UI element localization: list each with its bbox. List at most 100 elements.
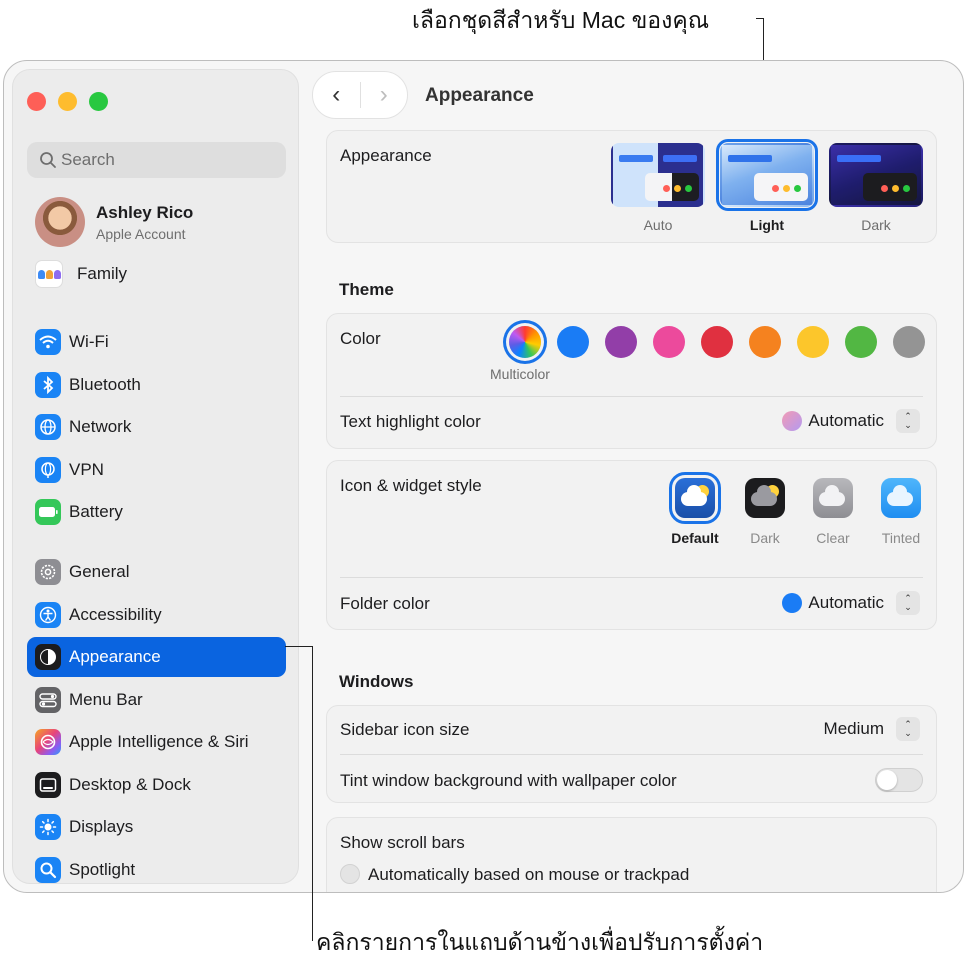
radio-option-label: Automatically based on mouse or trackpad [368,865,690,884]
row-divider [340,577,923,578]
popup-value: Automatic [808,411,884,430]
siri-icon [35,729,61,755]
weather-icon-clear [813,478,853,518]
text-highlight-popup[interactable]: Automatic ⌃ ⌄ [782,409,920,433]
vpn-globe-icon [35,457,61,483]
callout-top-line-tick [756,18,764,19]
appearance-option-auto[interactable]: Auto [611,143,705,233]
account-name: Ashley Rico [96,202,194,222]
dock-icon [35,772,61,798]
scroll-bars-label: Show scroll bars [340,833,465,852]
chevron-updown-icon: ⌃ ⌄ [896,717,920,741]
row-divider [340,754,923,755]
popup-value: Medium [823,719,884,738]
color-swatch-caption: Multicolor [490,366,550,382]
option-label: Dark [861,217,891,233]
sidebar-item-bluetooth[interactable]: Bluetooth [27,365,286,405]
appearance-option-light[interactable]: Light [716,139,818,233]
folder-color-popup[interactable]: Automatic ⌃ ⌄ [782,591,920,615]
theme-section-title: Theme [339,280,394,299]
sidebar-item-label: Menu Bar [69,690,143,709]
auto-thumbnail [611,143,705,207]
gear-icon [35,559,61,585]
sidebar-item-appearance[interactable]: Appearance [27,637,286,677]
popup-value: Automatic [808,593,884,612]
sidebar-item-battery[interactable]: Battery [27,492,286,532]
sidebar-item-displays[interactable]: Displays [27,807,286,847]
battery-icon [35,499,61,525]
sidebar-icon-size-label: Sidebar icon size [340,720,470,739]
sidebar-item-label: Family [77,264,128,283]
search-placeholder: Search [61,150,115,169]
family-icon [35,260,63,288]
color-swatch-pink[interactable] [653,326,685,358]
sidebar-item-label: Bluetooth [69,375,141,394]
widget-style-dark[interactable]: Dark [735,478,795,546]
color-swatch-red[interactable] [701,326,733,358]
forward-button[interactable]: › [360,81,407,109]
globe-icon [35,414,61,440]
color-swatch-graphite[interactable] [893,326,925,358]
widget-style-tinted[interactable]: Tinted [871,478,931,546]
weather-icon-default [669,472,721,524]
folder-color-label: Folder color [340,594,430,613]
screenshot-stage: เลือกชุดสีสำหรับ Mac ของคุณ Search Ashle… [0,0,968,955]
sidebar-item-spotlight[interactable]: Spotlight [27,850,286,890]
sidebar-item-label: Battery [69,502,123,521]
sidebar-item-label: General [69,562,130,581]
menu-bar-icon [35,687,61,713]
row-divider [340,396,923,397]
color-swatch-yellow[interactable] [797,326,829,358]
search-input[interactable]: Search [27,142,286,178]
color-swatch-multicolor[interactable] [509,326,541,358]
close-button[interactable] [27,92,46,111]
highlight-color-dot [782,411,803,431]
weather-icon-tinted [881,478,921,518]
sidebar-icon-size-popup[interactable]: Medium ⌃ ⌄ [824,717,920,741]
navigation-buttons: ‹ › [312,71,408,119]
sidebar-item-family[interactable]: Family [35,260,127,288]
apple-account-item[interactable]: Ashley Rico Apple Account [35,197,193,247]
callout-bottom-line [285,646,313,647]
sidebar-item-label: Desktop & Dock [69,775,191,794]
sidebar-item-wifi[interactable]: Wi-Fi [27,322,286,362]
appearance-option-dark[interactable]: Dark [829,143,923,233]
callout-top: เลือกชุดสีสำหรับ Mac ของคุณ [412,7,710,33]
tint-window-toggle[interactable] [875,768,923,792]
sidebar-item-general[interactable]: General [27,552,286,592]
widget-style-clear[interactable]: Clear [803,478,863,546]
color-swatch-purple[interactable] [605,326,637,358]
back-button[interactable]: ‹ [313,81,360,109]
sidebar-item-siri[interactable]: Apple Intelligence & Siri [27,722,286,762]
minimize-button[interactable] [58,92,77,111]
option-label: Tinted [881,530,921,546]
appearance-label: Appearance [340,146,432,165]
option-label: Dark [750,530,780,546]
wifi-icon [35,329,61,355]
sun-icon [35,814,61,840]
settings-window: Search Ashley Rico Apple Account Family [3,60,964,893]
appearance-card: Appearance Auto Light Dark [326,130,937,243]
page-title: Appearance [425,85,534,106]
callout-bottom: คลิกรายการในแถบด้านข้างเพื่อปรับการตั้งค… [316,929,764,955]
sidebar: Search Ashley Rico Apple Account Family [12,69,299,884]
sidebar-item-vpn[interactable]: VPN [27,450,286,490]
scroll-bars-card: Show scroll bars Automatically based on … [326,817,937,892]
weather-icon-dark [745,478,785,518]
tint-window-label: Tint window background with wallpaper co… [340,771,677,790]
zoom-button[interactable] [89,92,108,111]
magnifier-icon [35,857,61,883]
widget-style-label: Icon & widget style [340,476,482,495]
widget-style-default[interactable]: Default [665,472,725,546]
sidebar-item-label: Displays [69,817,134,836]
sidebar-item-accessibility[interactable]: Accessibility [27,595,286,635]
color-swatch-orange[interactable] [749,326,781,358]
sidebar-item-label: Spotlight [69,860,136,879]
sidebar-item-desktop-dock[interactable]: Desktop & Dock [27,765,286,805]
sidebar-item-network[interactable]: Network [27,407,286,447]
color-swatch-blue[interactable] [557,326,589,358]
sidebar-item-menu-bar[interactable]: Menu Bar [27,680,286,720]
scroll-bars-auto-radio[interactable] [340,864,360,884]
color-label: Color [340,329,381,348]
color-swatch-green[interactable] [845,326,877,358]
